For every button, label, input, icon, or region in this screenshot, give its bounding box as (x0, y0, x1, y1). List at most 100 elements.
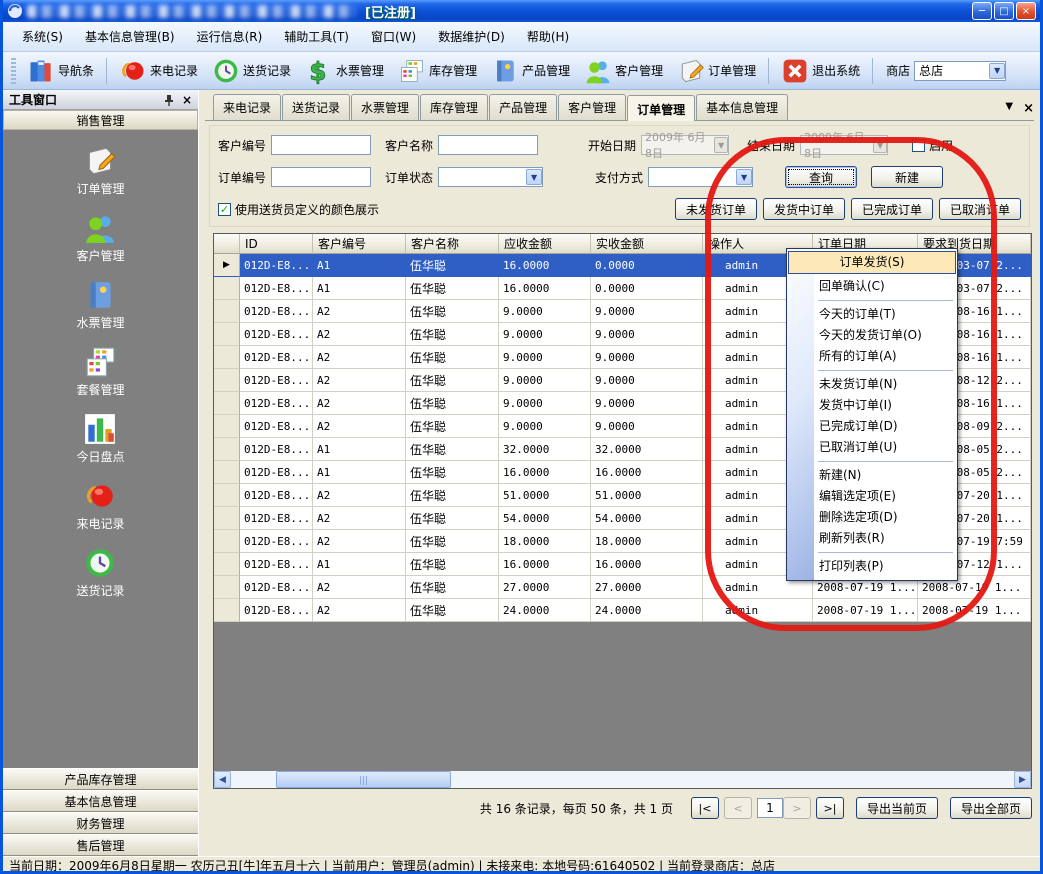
tab[interactable]: 客户管理 (558, 94, 626, 120)
menu-item[interactable]: 辅助工具(T) (275, 25, 358, 48)
column-header-receivable[interactable]: 应收金额 (499, 234, 591, 254)
context-menu-item[interactable]: 所有的订单(A) (787, 346, 957, 367)
tab[interactable]: 基本信息管理 (696, 94, 788, 120)
next-page-button[interactable]: > (783, 797, 811, 819)
row-selector[interactable] (214, 300, 240, 323)
scroll-right-icon[interactable]: ▶ (1014, 771, 1031, 788)
tab-close-icon[interactable]: × (1023, 101, 1034, 116)
tab[interactable]: 来电记录 (213, 94, 281, 120)
context-menu-item[interactable]: 订单发货(S) (788, 251, 956, 274)
sidebar-item-daily-stock[interactable]: 今日盘点 (76, 412, 124, 465)
row-selector[interactable] (214, 599, 240, 622)
toolbar-exit-button[interactable]: 退出系统 (774, 55, 867, 87)
menu-item[interactable]: 帮助(H) (518, 25, 578, 48)
row-selector[interactable] (214, 277, 240, 300)
scrollbar-thumb[interactable] (276, 771, 451, 788)
row-selector[interactable] (214, 576, 240, 599)
context-menu-item[interactable]: 发货中订单(I) (787, 395, 957, 416)
export-all-pages-button[interactable]: 导出全部页 (950, 797, 1032, 819)
menu-item[interactable]: 数据维护(D) (429, 25, 514, 48)
sidebar-group-bar[interactable]: 产品库存管理 (3, 768, 198, 790)
row-selector[interactable] (214, 507, 240, 530)
toolbar-orders-button[interactable]: 订单管理 (670, 55, 763, 87)
order-status-filter-button[interactable]: 已完成订单 (851, 198, 933, 220)
sidebar-group-bar[interactable]: 基本信息管理 (3, 790, 198, 812)
row-selector[interactable] (214, 484, 240, 507)
context-menu-item[interactable]: 刷新列表(R) (787, 528, 957, 549)
context-menu-item[interactable]: 回单确认(C) (787, 276, 957, 297)
row-selector[interactable] (214, 346, 240, 369)
menu-item[interactable]: 窗口(W) (362, 25, 425, 48)
row-selector[interactable] (214, 415, 240, 438)
new-button[interactable]: 新建 (871, 166, 943, 188)
chevron-down-icon[interactable]: ▼ (736, 169, 752, 185)
sidebar-group-bar[interactable]: 财务管理 (3, 812, 198, 834)
row-selector[interactable] (214, 254, 240, 277)
chevron-down-icon[interactable]: ▼ (526, 169, 542, 185)
pay-method-select[interactable]: ▼ (648, 167, 753, 187)
order-status-filter-button[interactable]: 发货中订单 (763, 198, 845, 220)
chevron-down-icon[interactable]: ▼ (989, 63, 1005, 79)
context-menu-item[interactable] (787, 297, 957, 304)
customer-name-input[interactable] (438, 135, 538, 155)
order-no-input[interactable] (271, 167, 371, 187)
context-menu-item[interactable] (787, 458, 957, 465)
close-button[interactable]: × (1016, 2, 1036, 20)
table-row[interactable]: 012D-E8... A2 伍华聪 24.0000 24.0000 admin … (214, 599, 1031, 622)
order-status-select[interactable]: ▼ (438, 167, 543, 187)
tab[interactable]: 水票管理 (351, 94, 419, 120)
enable-checkbox[interactable] (912, 139, 925, 152)
toolbar-customers-button[interactable]: 客户管理 (577, 55, 670, 87)
toolbar-calls-button[interactable]: 来电记录 (112, 55, 205, 87)
sidebar-item-tickets[interactable]: 水票管理 (76, 278, 124, 331)
column-header-received[interactable]: 实收金额 (591, 234, 703, 254)
tool-window-close-icon[interactable]: × (182, 93, 192, 107)
menu-item[interactable]: 基本信息管理(B) (76, 25, 184, 48)
context-menu-item[interactable]: 今天的发货订单(O) (787, 325, 957, 346)
toolbar-tickets-button[interactable]: $ 水票管理 (298, 55, 391, 87)
color-checkbox[interactable]: ✓ (218, 203, 231, 216)
tab-dropdown-icon[interactable]: ▼ (1005, 101, 1013, 116)
toolbar-inventory-button[interactable]: 库存管理 (391, 55, 484, 87)
sidebar-item-packages[interactable]: 套餐管理 (76, 345, 124, 398)
row-selector[interactable] (214, 438, 240, 461)
context-menu-item[interactable]: 打印列表(P) (787, 556, 957, 577)
last-page-button[interactable]: >| (816, 797, 844, 819)
order-status-filter-button[interactable]: 已取消订单 (939, 198, 1021, 220)
toolbar-grip[interactable] (11, 58, 16, 84)
toolbar-navigator-button[interactable]: 导航条 (20, 55, 101, 87)
first-page-button[interactable]: |< (691, 797, 719, 819)
context-menu-item[interactable]: 编辑选定项(E) (787, 486, 957, 507)
menu-item[interactable]: 系统(S) (13, 25, 72, 48)
context-menu-item[interactable]: 今天的订单(T) (787, 304, 957, 325)
sidebar-item-delivery[interactable]: 送货记录 (76, 546, 124, 599)
pin-icon[interactable] (164, 94, 174, 106)
toolbar-products-button[interactable]: 产品管理 (484, 55, 577, 87)
query-button[interactable]: 查询 (785, 166, 857, 188)
context-menu-item[interactable]: 未发货订单(N) (787, 374, 957, 395)
shop-select[interactable]: 总店 ▼ (914, 61, 1006, 81)
context-menu-item[interactable]: 删除选定项(D) (787, 507, 957, 528)
column-header-customer-name[interactable]: 客户名称 (406, 234, 499, 254)
scroll-left-icon[interactable]: ◀ (214, 771, 231, 788)
end-date-picker[interactable]: 2009年 6月 8日 ▼ (800, 135, 888, 155)
context-menu-item[interactable]: 新建(N) (787, 465, 957, 486)
customer-no-input[interactable] (271, 135, 371, 155)
tab[interactable]: 订单管理 (627, 95, 695, 121)
row-selector[interactable] (214, 553, 240, 576)
sidebar-item-orders[interactable]: 订单管理 (76, 144, 124, 197)
sidebar-item-calls[interactable]: 来电记录 (76, 479, 124, 532)
export-current-page-button[interactable]: 导出当前页 (856, 797, 938, 819)
column-header-customer-no[interactable]: 客户编号 (313, 234, 406, 254)
start-date-picker[interactable]: 2009年 6月 8日 ▼ (641, 135, 729, 155)
order-status-filter-button[interactable]: 未发货订单 (675, 198, 757, 220)
row-selector[interactable] (214, 392, 240, 415)
row-selector[interactable] (214, 323, 240, 346)
context-menu-item[interactable]: 已完成订单(D) (787, 416, 957, 437)
minimize-button[interactable]: ─ (972, 2, 992, 20)
column-header-id[interactable]: ID (240, 234, 313, 254)
row-selector[interactable] (214, 369, 240, 392)
sidebar-item-customers[interactable]: 客户管理 (76, 211, 124, 264)
context-menu-item[interactable]: 已取消订单(U) (787, 437, 957, 458)
toolbar-delivery-button[interactable]: 送货记录 (205, 55, 298, 87)
